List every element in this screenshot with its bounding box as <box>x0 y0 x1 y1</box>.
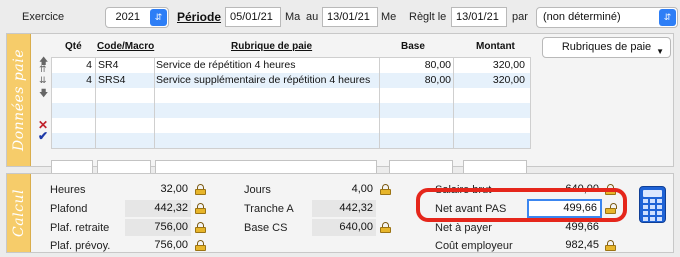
col-base-header: Base <box>401 41 425 52</box>
periode-link[interactable]: Période <box>177 10 221 24</box>
cell-rubrique: Service supplémentaire de répétition 4 h… <box>156 74 371 86</box>
cout-employeur-value: 982,45 <box>565 239 599 251</box>
base-cs-value: 640,00 <box>312 219 376 236</box>
date-to-field[interactable]: 13/01/21 <box>322 7 378 27</box>
table-row[interactable] <box>52 133 530 148</box>
double-down-arrow-icon[interactable]: ⇊ <box>39 75 47 86</box>
net-avant-pas-field[interactable]: 499,66 <box>527 199 602 218</box>
lock-icon[interactable] <box>380 222 391 233</box>
reglt-label: Règlt le <box>409 11 447 23</box>
table-row[interactable]: 4 SR4 Service de répétition 4 heures 80,… <box>52 58 530 73</box>
calcul-tab[interactable]: Calcul <box>7 174 31 252</box>
select-arrows-icon[interactable]: ⇵ <box>659 9 676 26</box>
cell-montant: 320,00 <box>492 59 525 71</box>
table-row[interactable] <box>52 103 530 118</box>
plaf-retraite-value: 756,00 <box>125 219 191 236</box>
cell-rubrique: Service de répétition 4 heures <box>156 59 296 71</box>
col-montant-header: Montant <box>476 41 515 52</box>
col-code-header[interactable]: Code/Macro <box>97 41 154 52</box>
column-divider <box>379 58 380 148</box>
col-rubrique-header[interactable]: Rubrique de paie <box>231 41 312 52</box>
au-label: au <box>306 11 319 23</box>
plaf-prevoy-label: Plaf. prévoy. <box>50 240 111 252</box>
table-body: 4 SR4 Service de répétition 4 heures 80,… <box>51 57 531 149</box>
lock-icon[interactable] <box>380 184 391 195</box>
par-label: par <box>512 11 528 23</box>
date-from-field[interactable]: 05/01/21 <box>225 7 281 27</box>
lock-icon[interactable] <box>605 240 616 251</box>
cell-code: SR4 <box>98 59 119 71</box>
select-arrows-icon[interactable]: ⇵ <box>150 9 167 26</box>
double-up-arrow-icon[interactable]: ⇈ <box>39 64 47 75</box>
plafond-value: 442,32 <box>125 200 191 217</box>
day-to-label: Me <box>381 11 397 23</box>
heures-value: 32,00 <box>160 183 188 195</box>
cout-employeur-label: Coût employeur <box>435 240 513 252</box>
par-value: (non déterminé) <box>543 11 621 23</box>
exercice-label: Exercice <box>22 11 65 23</box>
validate-icon[interactable]: ✔ <box>38 129 48 143</box>
donnees-paie-tab[interactable]: Données paie <box>7 34 31 166</box>
chevron-down-icon: ▼ <box>656 47 664 56</box>
table-row[interactable] <box>52 88 530 103</box>
plafond-label: Plafond <box>50 203 88 215</box>
lock-icon[interactable] <box>195 240 206 251</box>
unlocked-lock-icon[interactable] <box>605 203 617 214</box>
cell-qte: 4 <box>86 74 92 86</box>
col-qte-header: Qté <box>65 41 82 52</box>
plaf-retraite-label: Plaf. retraite <box>50 222 110 234</box>
tranche-a-value: 442,32 <box>312 200 376 217</box>
down-arrow-icon[interactable]: 🡇 <box>39 86 48 102</box>
jours-label: Jours <box>244 184 271 196</box>
cell-base: 80,00 <box>424 59 451 71</box>
base-cs-label: Base CS <box>244 222 288 234</box>
lock-icon[interactable] <box>195 222 206 233</box>
cell-qte: 4 <box>86 59 92 71</box>
par-select[interactable]: (non déterminé) ⇵ <box>536 7 678 28</box>
jours-value: 4,00 <box>351 183 373 195</box>
column-divider <box>453 58 454 148</box>
calcul-tab-label: Calcul <box>10 189 27 237</box>
net-a-payer-label: Net à payer <box>435 222 492 234</box>
lock-icon[interactable] <box>195 203 206 214</box>
exercice-value: 2021 <box>115 11 140 23</box>
exercice-select[interactable]: 2021 ⇵ <box>105 7 169 28</box>
plaf-prevoy-value: 756,00 <box>154 239 188 251</box>
net-a-payer-value: 499,66 <box>565 221 599 233</box>
donnees-paie-tab-label: Données paie <box>10 49 27 151</box>
rubriques-de-paie-label: Rubriques de paie <box>561 41 652 53</box>
net-avant-pas-label: Net avant PAS <box>435 203 507 215</box>
table-row[interactable] <box>52 118 530 133</box>
cell-montant: 320,00 <box>492 74 525 86</box>
tranche-a-label: Tranche A <box>244 203 294 215</box>
reglt-date-field[interactable]: 13/01/21 <box>451 7 507 27</box>
period-toolbar: Exercice 2021 ⇵ Période 05/01/21 Ma au 1… <box>0 0 680 34</box>
cell-code: SRS4 <box>98 74 126 86</box>
heures-label: Heures <box>50 184 86 196</box>
column-divider <box>154 58 155 148</box>
cell-base: 80,00 <box>424 74 451 86</box>
day-from-label: Ma <box>285 11 301 23</box>
calculator-icon[interactable] <box>639 186 666 223</box>
rubriques-de-paie-button[interactable]: Rubriques de paie ▼ <box>542 37 671 58</box>
column-divider <box>95 58 96 148</box>
lock-icon[interactable] <box>195 184 206 195</box>
table-row[interactable]: 4 SRS4 Service supplémentaire de répétit… <box>52 73 530 88</box>
